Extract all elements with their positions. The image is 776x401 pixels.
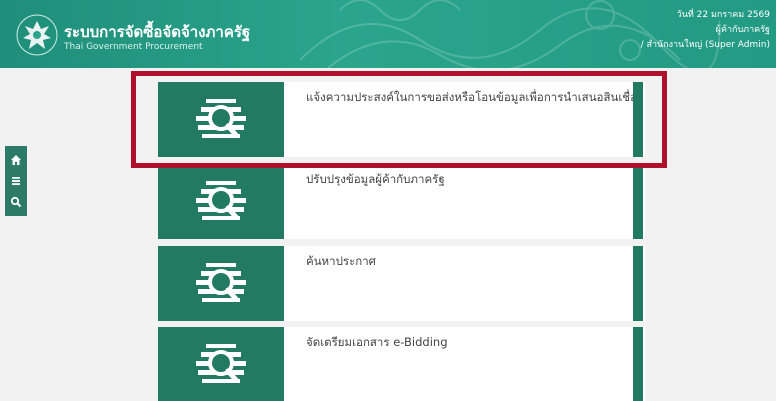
- card-label: จัดเตรียมเอกสาร e-Bidding: [306, 335, 448, 349]
- menu-card-update-vendor[interactable]: ปรับปรุงข้อมูลผู้ค้ากับภาครัฐ: [158, 164, 645, 239]
- card-accent-bar: [633, 246, 643, 321]
- card-thumbnail: [158, 82, 284, 157]
- current-date: วันที่ 22 มกราคม 2569: [676, 10, 770, 20]
- card-label: ปรับปรุงข้อมูลผู้ค้ากับภาครัฐ: [306, 172, 445, 186]
- document-search-icon: [196, 180, 246, 220]
- app-subtitle: Thai Government Procurement: [64, 42, 203, 52]
- user-office: / สำนักงานใหญ่ (Super Admin): [640, 40, 770, 50]
- home-button[interactable]: [5, 150, 27, 170]
- app-title: ระบบการจัดซื้อจัดจ้างภาครัฐ: [64, 23, 251, 41]
- garuda-logo-icon: [16, 14, 58, 56]
- side-toolbar: [5, 146, 27, 216]
- card-thumbnail: [158, 327, 284, 401]
- user-info: วันที่ 22 มกราคม 2569 ผู้ค้ากับภาครัฐ / …: [641, 8, 770, 53]
- document-search-icon: [196, 343, 246, 383]
- card-thumbnail: [158, 246, 284, 321]
- search-button[interactable]: [5, 192, 27, 212]
- card-accent-bar: [633, 327, 643, 401]
- top-header: ระบบการจัดซื้อจัดจ้างภาครัฐ Thai Governm…: [0, 0, 776, 68]
- menu-card-loan-request[interactable]: แจ้งความประสงค์ในการขอส่งหรือโอนข้อมูลเพ…: [158, 82, 645, 157]
- home-icon: [11, 155, 21, 166]
- card-accent-bar: [633, 164, 643, 239]
- card-label: ค้นหาประกาศ: [306, 254, 376, 268]
- user-role-link[interactable]: ผู้ค้ากับภาครัฐ: [641, 23, 770, 38]
- card-label: แจ้งความประสงค์ในการขอส่งหรือโอนข้อมูลเพ…: [306, 90, 633, 104]
- menu-button[interactable]: [5, 171, 27, 191]
- document-search-icon: [196, 98, 246, 138]
- menu-icon: [12, 176, 20, 185]
- menu-card-ebidding-docs[interactable]: จัดเตรียมเอกสาร e-Bidding: [158, 327, 645, 401]
- document-search-icon: [196, 262, 246, 302]
- card-thumbnail: [158, 164, 284, 239]
- search-icon: [10, 196, 22, 207]
- card-accent-bar: [633, 82, 643, 157]
- menu-card-search-announcement[interactable]: ค้นหาประกาศ: [158, 246, 645, 321]
